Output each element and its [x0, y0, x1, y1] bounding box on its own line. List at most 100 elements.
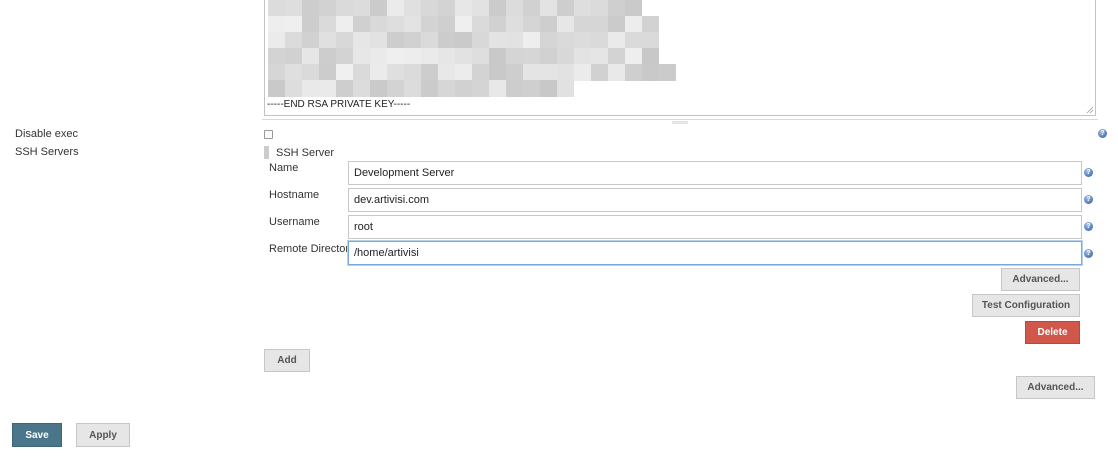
redacted-key-cell: [336, 0, 353, 17]
redacted-key-cell: [353, 16, 370, 33]
disable-exec-checkbox[interactable]: [264, 130, 273, 139]
redacted-key-cell: [268, 48, 285, 65]
redacted-key-cell: [625, 48, 642, 65]
redacted-key-cell: [557, 48, 574, 65]
redacted-key-cell: [387, 64, 404, 81]
redacted-key-cell: [268, 16, 285, 33]
redacted-key-cell: [574, 32, 591, 49]
resize-grip-icon[interactable]: [1086, 106, 1094, 114]
redacted-key-cell: [574, 64, 591, 81]
redacted-key-cell: [489, 0, 506, 17]
redacted-key-cell: [540, 48, 557, 65]
redacted-key-content: [268, 0, 676, 97]
redacted-key-cell: [625, 16, 642, 33]
redacted-key-cell: [404, 32, 421, 49]
redacted-key-cell: [336, 32, 353, 49]
redacted-key-cell: [489, 48, 506, 65]
redacted-key-cell: [353, 32, 370, 49]
redacted-key-cell: [421, 16, 438, 33]
redacted-key-cell: [455, 64, 472, 81]
splitter-handle[interactable]: [672, 121, 688, 124]
redacted-key-cell: [591, 0, 608, 17]
redacted-key-cell: [285, 64, 302, 81]
ssh-server-header: SSH Server: [276, 147, 335, 159]
redacted-key-cell: [285, 32, 302, 49]
redacted-key-cell: [455, 80, 472, 97]
redacted-key-cell: [625, 32, 642, 49]
redacted-key-cell: [608, 32, 625, 49]
hostname-help-icon[interactable]: ?: [1084, 195, 1093, 204]
redacted-key-cell: [659, 64, 676, 81]
section-advanced-button[interactable]: Advanced...: [1016, 376, 1095, 399]
username-input[interactable]: [348, 215, 1082, 239]
redacted-key-cell: [506, 80, 523, 97]
redacted-key-cell: [506, 32, 523, 49]
redacted-key-cell: [438, 0, 455, 17]
redacted-key-cell: [472, 16, 489, 33]
redacted-key-cell: [353, 80, 370, 97]
redacted-key-cell: [523, 48, 540, 65]
remote-directory-input[interactable]: [348, 241, 1082, 265]
redacted-key-cell: [625, 0, 642, 17]
hostname-input[interactable]: [348, 188, 1082, 212]
redacted-key-cell: [302, 32, 319, 49]
redacted-key-cell: [506, 64, 523, 81]
redacted-key-cell: [523, 80, 540, 97]
redacted-key-cell: [319, 48, 336, 65]
server-advanced-button[interactable]: Advanced...: [1001, 268, 1080, 291]
test-configuration-button[interactable]: Test Configuration: [972, 294, 1080, 317]
redacted-key-cell: [268, 0, 285, 17]
delete-button[interactable]: Delete: [1025, 321, 1080, 344]
redacted-key-cell: [370, 32, 387, 49]
redacted-key-cell: [472, 64, 489, 81]
redacted-key-cell: [404, 0, 421, 17]
redacted-key-cell: [557, 0, 574, 17]
redacted-key-cell: [404, 16, 421, 33]
redacted-key-cell: [421, 48, 438, 65]
redacted-key-cell: [336, 48, 353, 65]
remote-directory-help-icon[interactable]: ?: [1084, 249, 1093, 258]
redacted-key-cell: [642, 48, 659, 65]
redacted-key-cell: [608, 16, 625, 33]
redacted-key-cell: [370, 0, 387, 17]
redacted-key-cell: [574, 48, 591, 65]
redacted-key-cell: [302, 80, 319, 97]
redacted-key-cell: [302, 64, 319, 81]
save-button[interactable]: Save: [12, 423, 62, 447]
redacted-key-cell: [540, 32, 557, 49]
redacted-key-cell: [455, 48, 472, 65]
redacted-key-cell: [489, 16, 506, 33]
redacted-key-cell: [421, 64, 438, 81]
redacted-key-cell: [353, 0, 370, 17]
redacted-key-cell: [370, 64, 387, 81]
redacted-key-cell: [285, 48, 302, 65]
redacted-key-cell: [591, 32, 608, 49]
redacted-key-cell: [438, 16, 455, 33]
redacted-key-cell: [404, 48, 421, 65]
redacted-key-cell: [557, 64, 574, 81]
redacted-key-cell: [557, 80, 574, 97]
apply-button[interactable]: Apply: [76, 423, 130, 447]
redacted-key-cell: [353, 48, 370, 65]
redacted-key-cell: [574, 16, 591, 33]
redacted-key-cell: [506, 16, 523, 33]
key-end-line: -----END RSA PRIVATE KEY-----: [267, 99, 411, 110]
redacted-key-cell: [268, 80, 285, 97]
redacted-key-cell: [523, 64, 540, 81]
redacted-key-cell: [540, 0, 557, 17]
redacted-key-cell: [319, 80, 336, 97]
redacted-key-cell: [608, 64, 625, 81]
redacted-key-cell: [404, 80, 421, 97]
add-server-button[interactable]: Add: [264, 349, 310, 372]
redacted-key-cell: [319, 64, 336, 81]
private-key-textarea[interactable]: -----END RSA PRIVATE KEY-----: [264, 0, 1096, 116]
redacted-key-cell: [642, 16, 659, 33]
username-help-icon[interactable]: ?: [1084, 222, 1093, 231]
name-help-icon[interactable]: ?: [1084, 168, 1093, 177]
redacted-key-cell: [302, 48, 319, 65]
redacted-key-cell: [336, 64, 353, 81]
drag-handle-icon[interactable]: [264, 146, 269, 159]
help-icon[interactable]: ?: [1098, 129, 1107, 138]
name-input[interactable]: [348, 161, 1082, 185]
redacted-key-cell: [523, 32, 540, 49]
